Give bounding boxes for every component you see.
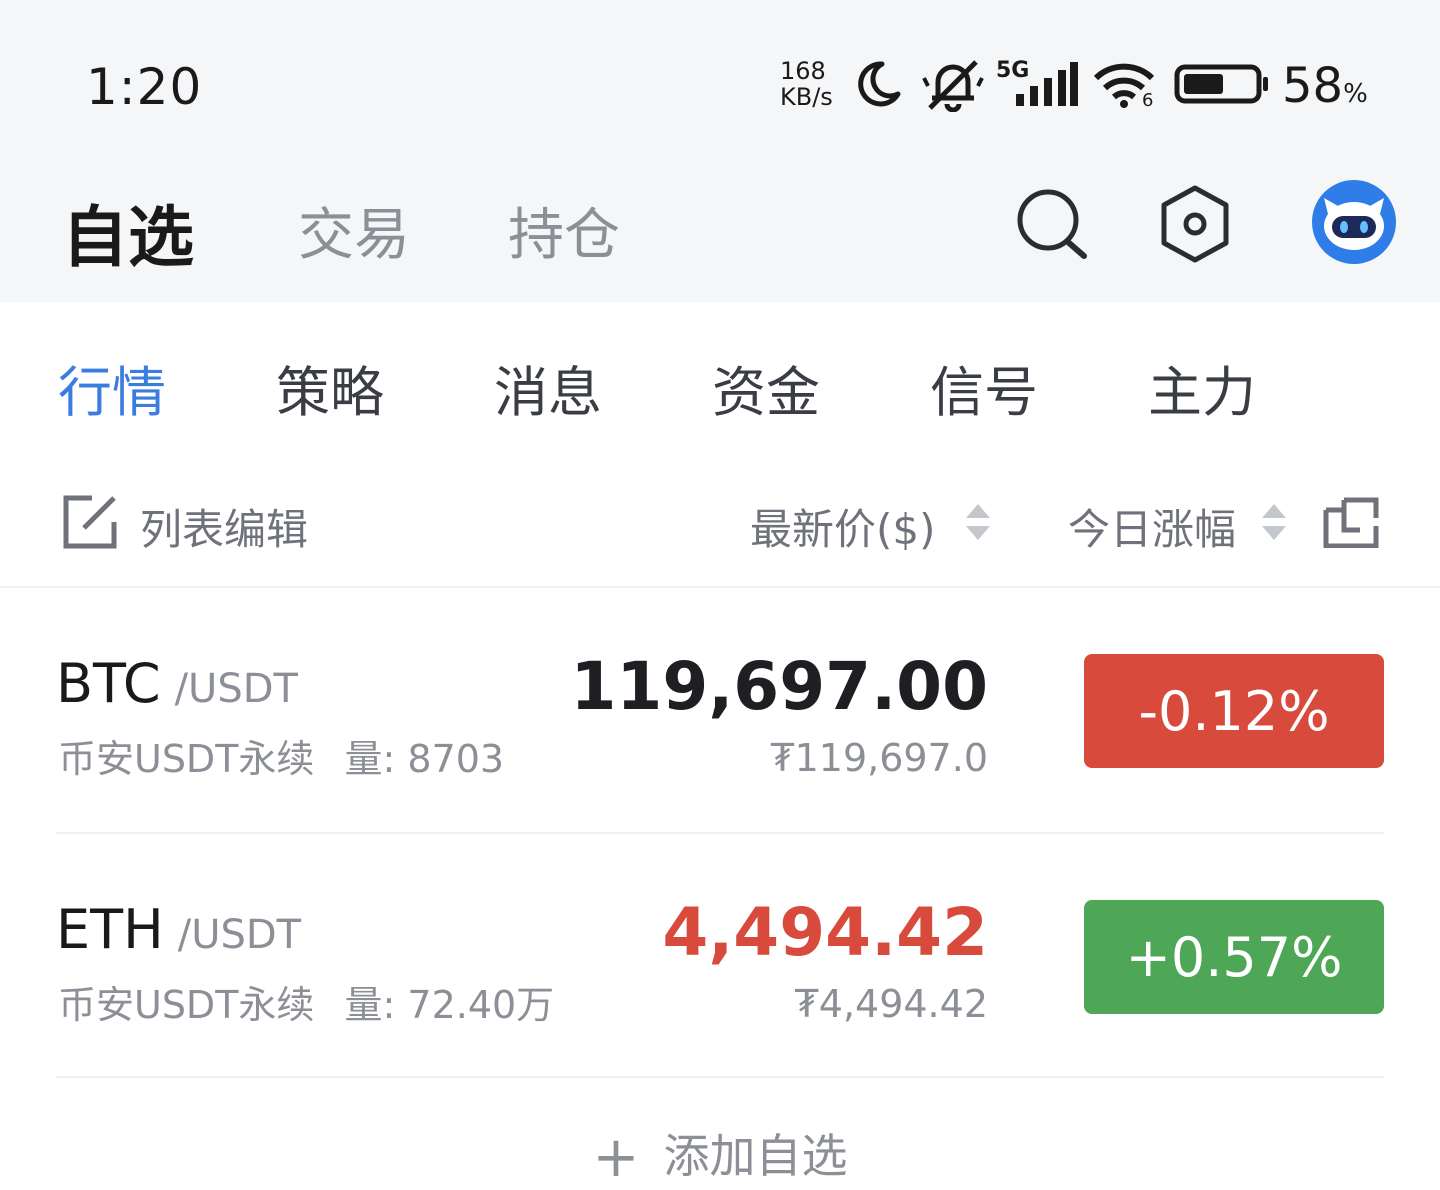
top-nav: 自选 交易 持仓	[0, 160, 1440, 302]
battery-icon	[1174, 64, 1268, 104]
tab-positions[interactable]: 持仓	[508, 190, 620, 271]
converted-price: ₮119,697.0	[770, 736, 988, 780]
add-watchlist-label: 添加自选	[663, 1129, 848, 1183]
plus-icon: +	[592, 1125, 640, 1190]
wifi-band: 6	[1142, 90, 1154, 111]
table-row[interactable]: ETH/USDT 币安USDT永续 量: 72.40万 4,494.42 ₮4,…	[56, 836, 1384, 1080]
tab-watchlist[interactable]: 自选	[62, 184, 194, 280]
change-badge[interactable]: +0.57%	[1084, 900, 1384, 1014]
symbol-exchange-volume: 币安USDT永续 量: 72.40万	[58, 974, 554, 1029]
speed-value: 168	[780, 57, 826, 85]
symbol-ticker: BTC	[56, 652, 161, 715]
list-header: 列表编辑 最新价($) 今日涨幅	[0, 460, 1440, 588]
last-price: 4,494.42	[662, 894, 988, 971]
symbol-quote: /USDT	[177, 912, 302, 958]
list-edit-button[interactable]: 列表编辑	[140, 496, 308, 557]
exchange-name: 币安USDT永续	[58, 737, 315, 781]
subtab-signals[interactable]: 信号	[930, 348, 1038, 427]
symbol-ticker: ETH	[56, 898, 164, 961]
change-badge[interactable]: -0.12%	[1084, 654, 1384, 768]
moon-icon	[858, 61, 901, 107]
sub-tabs: 行情 策略 消息 资金 信号 主力	[0, 302, 1440, 452]
subtab-strategy[interactable]: 策略	[276, 348, 384, 427]
battery-percent-sign: %	[1343, 79, 1368, 109]
symbol-quote: /USDT	[174, 666, 298, 712]
battery-percent: 58%	[1282, 58, 1368, 114]
subtab-funds[interactable]: 资金	[712, 348, 820, 427]
settings-hexagon-icon[interactable]	[1158, 184, 1232, 264]
price-column-header[interactable]: 最新价($)	[750, 496, 936, 557]
edit-icon[interactable]	[62, 494, 118, 550]
network-speed: 168 KB/s	[780, 58, 844, 110]
subtab-news[interactable]: 消息	[494, 348, 602, 427]
status-time: 1:20	[86, 58, 203, 116]
signal-icon	[1016, 62, 1078, 106]
status-bar: 1:20 168 KB/s 5G 6 58%	[0, 0, 1440, 160]
converted-price: ₮4,494.42	[794, 982, 988, 1026]
subtab-main-force[interactable]: 主力	[1148, 348, 1256, 427]
search-icon[interactable]	[1014, 186, 1090, 262]
volume: 量: 72.40万	[344, 983, 555, 1027]
robot-avatar-icon[interactable]	[1310, 178, 1398, 266]
battery-percent-value: 58	[1282, 58, 1344, 114]
table-row[interactable]: BTC/USDT 币安USDT永续 量: 8703 119,697.00 ₮11…	[56, 590, 1384, 834]
last-price: 119,697.00	[570, 648, 988, 725]
bell-muted-icon	[922, 60, 984, 112]
switch-view-icon[interactable]	[1322, 496, 1380, 548]
volume: 量: 8703	[344, 737, 505, 781]
tab-trade[interactable]: 交易	[298, 190, 410, 271]
symbol-name: BTC/USDT	[56, 652, 298, 715]
add-watchlist-button[interactable]: + 添加自选	[0, 1120, 1440, 1190]
change-column-header[interactable]: 今日涨幅	[1068, 496, 1236, 557]
speed-unit: KB/s	[780, 83, 833, 111]
sort-icon[interactable]	[964, 502, 992, 542]
row-divider	[56, 832, 1384, 834]
subtab-market[interactable]: 行情	[58, 348, 166, 427]
exchange-name: 币安USDT永续	[58, 983, 315, 1027]
row-divider	[56, 1076, 1384, 1078]
symbol-name: ETH/USDT	[56, 898, 301, 961]
sort-icon[interactable]	[1260, 502, 1288, 542]
symbol-exchange-volume: 币安USDT永续 量: 8703	[58, 728, 504, 783]
